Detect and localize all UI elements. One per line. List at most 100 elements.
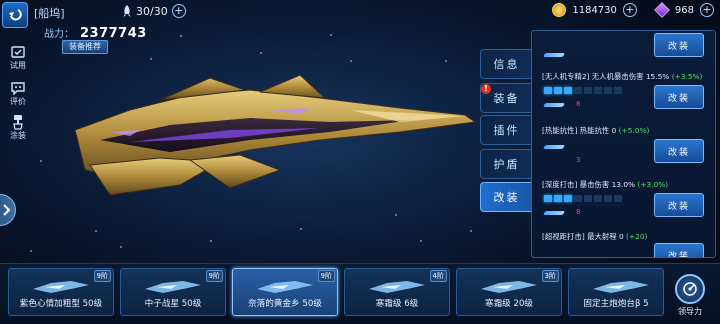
paint-icon [9,114,27,130]
level-pip [564,195,572,202]
credits-value: 1184730 [572,4,617,16]
modify-button[interactable]: 改装 [654,139,704,163]
page-title: [船坞] [34,7,65,20]
level-pips [544,87,622,94]
add-gems-button[interactable]: + [700,3,714,17]
drone-icon [542,145,566,149]
ship-thumbnail [369,281,425,293]
modify-button[interactable]: 改装 [654,243,704,257]
equipment-recommend-button[interactable]: 装备推荐 [62,40,108,54]
modify-button[interactable]: 改装 [654,193,704,217]
tab-info[interactable]: 信息 [480,49,532,79]
ship-name: 中子战星 50级 [144,299,202,309]
ship-card[interactable]: 4阶寒霜级 6级 [344,268,450,316]
level-pip [574,87,582,94]
level-pip [614,195,622,202]
ship-model [74,74,477,196]
star [40,160,42,162]
fleet-count: 30/30 [136,4,168,18]
star [395,214,397,216]
ship-rank: 9阶 [205,270,223,282]
ship-thumbnail [481,281,537,293]
rating-icon [9,80,27,96]
expand-panel-button[interactable] [0,194,16,226]
star [210,240,212,242]
ship-rank: 9阶 [93,270,111,282]
ship-rank: 9阶 [317,270,335,282]
modify-button[interactable]: 改装 [654,85,704,109]
credits-icon [552,3,567,17]
level-pip [574,195,582,202]
rating-label: 评价 [10,97,26,106]
chevron-right-icon [3,204,11,216]
star [120,246,122,248]
fleet-capacity: 30/30 + [122,4,186,18]
ship-thumbnail [593,281,649,293]
star [350,60,352,62]
star [95,230,97,232]
star [260,52,262,54]
star [300,228,302,230]
ship-thumbnail [33,281,89,293]
ship-trial-icon [9,44,27,60]
paint-label: 涂装 [10,131,26,140]
stat-title: [超视距打击] 最大射程 0 (+20) [542,232,648,241]
tab-modify[interactable]: 改装 [480,182,532,212]
paint-button[interactable]: 涂装 [6,114,30,141]
level-pip [594,87,602,94]
back-arrow-icon [9,9,22,21]
level-pip [554,195,562,202]
star [470,230,472,232]
ship-rank: 4阶 [429,270,447,282]
add-credits-button[interactable]: + [622,3,637,17]
trial-label: 试用 [10,61,26,70]
ship-name: 寒霜级 20级 [484,299,534,309]
ship-rank: 3阶 [541,270,559,282]
level-pip [584,87,592,94]
power-label: 战力： [44,29,74,40]
star [150,58,152,60]
ship-thumbnail [257,281,313,293]
stat-count: 8 [576,208,581,216]
level-pip [544,195,552,202]
drone-icon [542,53,566,57]
gems-value: 968 [674,4,694,16]
level-pip [614,87,622,94]
ship-card[interactable]: 固定主炮炮台β 5 [568,268,664,316]
drone-icon [542,211,566,215]
star [180,35,182,37]
level-pip [584,195,592,202]
modification-panel: 改装 [无人机专精2] 无人机暴击伤害 15.5% (+3.5%) 8 改装 [… [531,30,716,258]
star [330,34,332,36]
stat-title: [热能抗性] 热能抗性 0 (+5.0%) [542,126,650,135]
stat-title: [深度打击] 暴击伤害 13.0% (+3.0%) [542,180,669,189]
alert-badge: ! [481,84,491,94]
stat-title: [无人机专精2] 无人机暴击伤害 15.5% (+3.5%) [542,72,703,81]
modify-button[interactable]: 改装 [654,33,704,57]
level-pip [604,195,612,202]
ship-name: 固定主炮炮台β 5 [583,299,649,309]
leadership-button[interactable]: 领导力 [666,274,714,320]
ship-card[interactable]: 9阶紫色心情加粗型 50级 [8,268,114,316]
back-button[interactable] [2,2,28,28]
ship-card[interactable]: 9阶 奈落的黄金乡 50级 [232,268,338,316]
ship-card[interactable]: 3阶寒霜级 20级 [456,268,562,316]
stat-count: 3 [576,156,581,164]
ship-name: 寒霜级 6级 [375,299,419,309]
ship-card[interactable]: 9阶中子战星 50级 [120,268,226,316]
tab-shield[interactable]: 护盾 [480,149,532,179]
ship-name: 紫色心情加粗型 50级 [19,299,103,309]
trial-button[interactable]: 试用 [6,44,30,71]
add-fleet-button[interactable]: + [171,4,186,18]
rating-button[interactable]: 评价 [6,80,30,107]
level-pips [544,195,622,202]
star [420,240,422,242]
leadership-label: 领导力 [678,307,702,316]
leadership-icon [675,274,705,304]
stat-count: 8 [576,100,581,108]
game-screen: [船坞] 30/30 + 1184730 + 968 + 战力： 2377743… [0,0,720,324]
level-pip [604,87,612,94]
star [445,60,447,62]
ship-thumbnail [145,281,201,293]
tab-plugin[interactable]: 插件 [480,115,532,145]
